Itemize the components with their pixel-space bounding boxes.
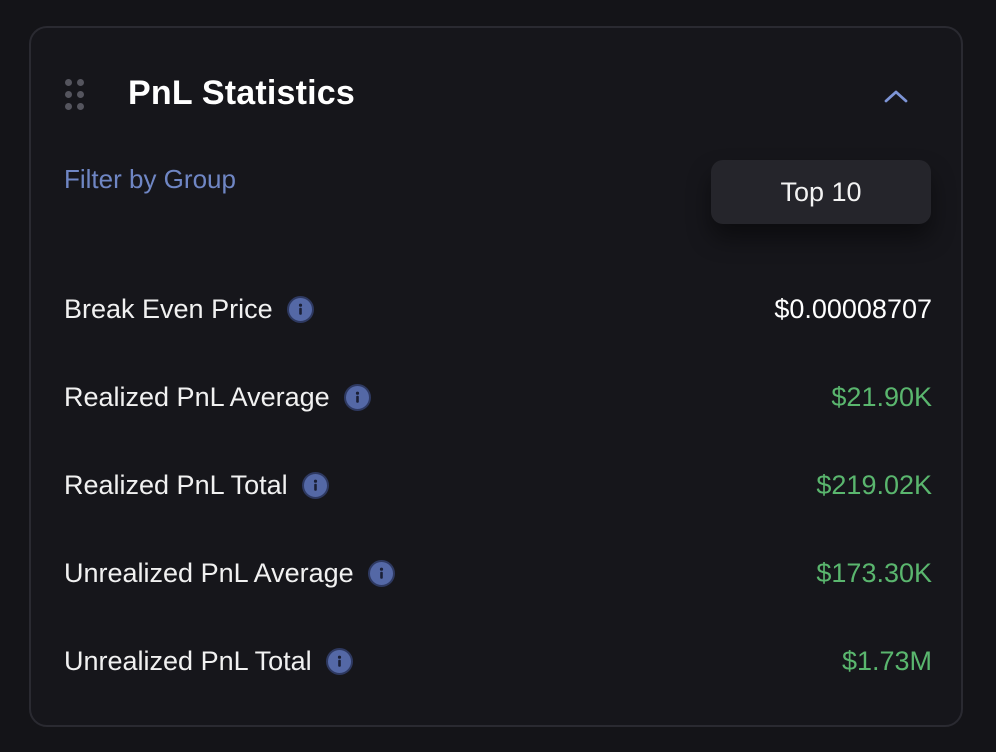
stat-value: $173.30K bbox=[816, 557, 932, 588]
drag-handle-icon[interactable] bbox=[65, 79, 85, 111]
filter-by-group-label: Filter by Group bbox=[64, 164, 236, 194]
group-filter-dropdown[interactable]: Top 10 bbox=[711, 160, 931, 224]
info-icon[interactable] bbox=[343, 383, 371, 411]
stat-label: Realized PnL Average bbox=[64, 381, 330, 412]
info-icon[interactable] bbox=[301, 471, 329, 499]
stat-value: $0.00008707 bbox=[774, 293, 932, 324]
stat-label: Break Even Price bbox=[64, 293, 273, 324]
collapse-button[interactable] bbox=[877, 78, 915, 114]
stat-label: Unrealized PnL Average bbox=[64, 557, 354, 588]
panel-title: PnL Statistics bbox=[128, 74, 356, 112]
stat-value: $219.02K bbox=[816, 469, 932, 500]
chevron-up-icon bbox=[884, 90, 908, 103]
info-icon[interactable] bbox=[367, 559, 395, 587]
stat-row-unrealized-pnl-total: Unrealized PnL Total $1.73M bbox=[64, 641, 932, 681]
stat-value: $21.90K bbox=[831, 381, 932, 412]
stat-value: $1.73M bbox=[841, 645, 932, 676]
stat-row-realized-pnl-average: Realized PnL Average $21.90K bbox=[64, 377, 932, 417]
stat-label: Unrealized PnL Total bbox=[64, 645, 312, 676]
stat-row-unrealized-pnl-average: Unrealized PnL Average $173.30K bbox=[64, 553, 932, 593]
info-icon[interactable] bbox=[286, 295, 314, 323]
info-icon[interactable] bbox=[325, 647, 353, 675]
pnl-statistics-card: PnL Statistics Filter by Group Top 10 Br… bbox=[29, 26, 963, 727]
stat-label: Realized PnL Total bbox=[64, 469, 288, 500]
stat-row-realized-pnl-total: Realized PnL Total $219.02K bbox=[64, 465, 932, 505]
stat-row-break-even-price: Break Even Price $0.00008707 bbox=[64, 289, 932, 329]
